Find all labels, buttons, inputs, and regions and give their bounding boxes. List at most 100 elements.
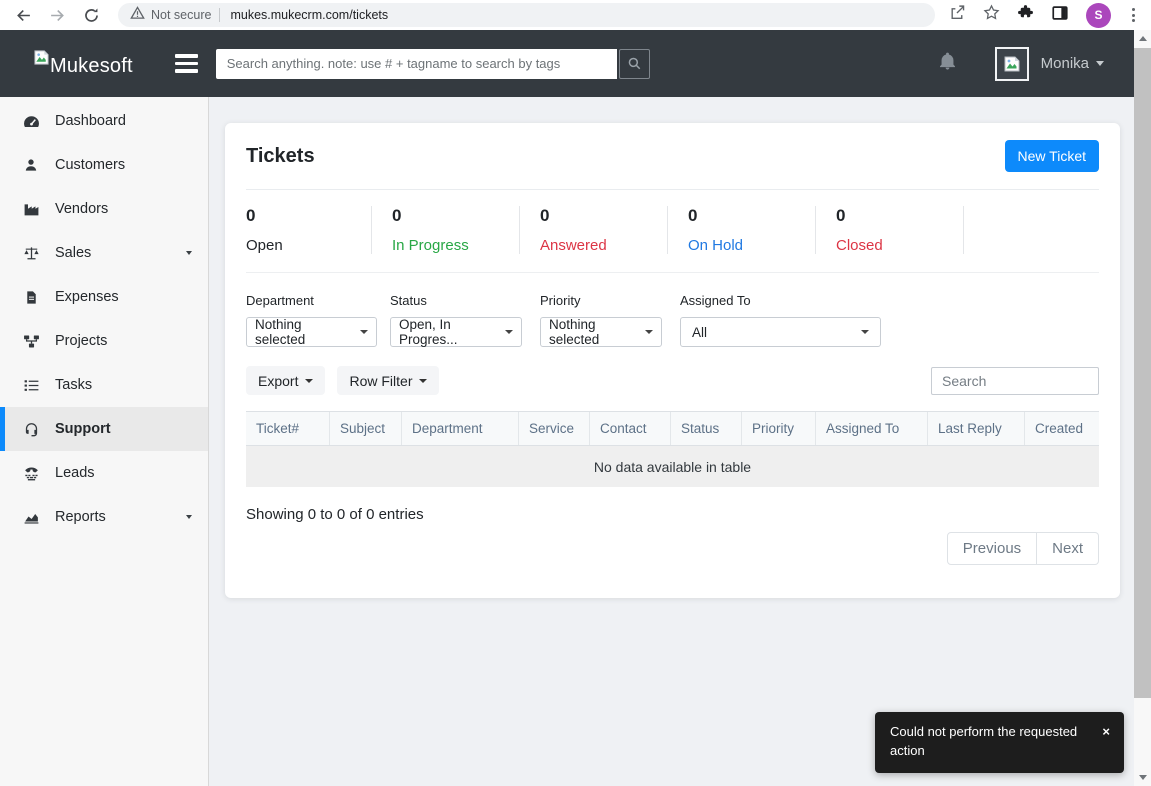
select-value: Nothing selected xyxy=(255,317,306,347)
scroll-down-icon[interactable] xyxy=(1134,769,1151,786)
stat-value: 0 xyxy=(688,206,698,225)
menu-kebab-icon[interactable] xyxy=(1128,8,1139,22)
next-page-button[interactable]: Next xyxy=(1037,532,1099,565)
sidebar-item-label: Projects xyxy=(55,333,108,349)
sidebar-item-sales[interactable]: Sales xyxy=(0,231,208,275)
stat-label: Answered xyxy=(540,237,607,254)
page-title: Tickets xyxy=(246,144,315,167)
column-header[interactable]: Service xyxy=(519,412,590,445)
sidebar-item-label: Reports xyxy=(55,509,106,525)
bell-icon[interactable] xyxy=(938,52,957,76)
forward-icon[interactable] xyxy=(44,2,70,28)
close-icon[interactable]: × xyxy=(1102,723,1110,761)
sidebar-item-label: Support xyxy=(55,421,111,437)
scroll-up-icon[interactable] xyxy=(1134,30,1151,47)
search-icon[interactable] xyxy=(618,48,650,79)
broken-image-icon xyxy=(33,49,50,71)
sidebar-item-label: Vendors xyxy=(55,201,109,217)
caret-down-icon xyxy=(505,330,513,334)
sidebar-item-expenses[interactable]: Expenses xyxy=(0,275,208,319)
avatar-broken-image-icon xyxy=(1004,56,1020,71)
ticket-stats: 0 Open 0 In Progress 0 Answered 0 On Hol… xyxy=(246,190,1099,273)
export-button[interactable]: Export xyxy=(246,366,326,395)
column-header[interactable]: Priority xyxy=(742,412,816,445)
global-search xyxy=(215,48,650,79)
filter-department: Department Nothing selected xyxy=(246,293,377,347)
share-icon[interactable] xyxy=(949,4,966,26)
stat-label: On Hold xyxy=(688,237,744,254)
sidebar-item-vendors[interactable]: Vendors xyxy=(0,187,208,231)
toast-message: Could not perform the requested action xyxy=(890,724,1078,758)
chevron-down-icon xyxy=(186,515,192,519)
projects-icon xyxy=(21,333,41,350)
browser-profile-avatar[interactable]: S xyxy=(1086,2,1111,28)
row-filter-label: Row Filter xyxy=(349,372,413,389)
row-filter-button[interactable]: Row Filter xyxy=(337,366,440,395)
extensions-icon[interactable] xyxy=(1017,4,1034,26)
leads-icon xyxy=(21,465,41,482)
new-ticket-button[interactable]: New Ticket xyxy=(1004,140,1099,172)
sidebar-item-support[interactable]: Support xyxy=(0,407,208,451)
caret-down-icon xyxy=(360,330,368,334)
column-header[interactable]: Created xyxy=(1025,412,1099,445)
status-select[interactable]: Open, In Progres... xyxy=(390,317,522,347)
sidebar-item-customers[interactable]: Customers xyxy=(0,143,208,187)
column-header[interactable]: Status xyxy=(671,412,742,445)
tickets-card: Tickets New Ticket 0 Open 0 In Progress … xyxy=(225,123,1120,598)
user-avatar[interactable] xyxy=(994,46,1029,81)
column-header[interactable]: Contact xyxy=(590,412,671,445)
caret-down-icon xyxy=(305,378,314,383)
back-icon[interactable] xyxy=(10,2,36,28)
stat-value: 0 xyxy=(836,206,846,225)
brand-logo[interactable]: Mukesoft xyxy=(33,49,133,78)
scrollbar-thumb[interactable] xyxy=(1134,48,1151,698)
column-header[interactable]: Last Reply xyxy=(928,412,1025,445)
global-search-input[interactable] xyxy=(215,48,617,79)
tasks-icon xyxy=(21,377,41,394)
sidebar-item-projects[interactable]: Projects xyxy=(0,319,208,363)
select-value: Nothing selected xyxy=(549,317,600,347)
page-scrollbar[interactable] xyxy=(1134,30,1151,786)
filter-label: Department xyxy=(246,293,314,308)
address-bar[interactable]: Not secure mukes.mukecrm.com/tickets xyxy=(118,3,935,27)
sidebar-item-reports[interactable]: Reports xyxy=(0,495,208,539)
assigned-to-select[interactable]: All xyxy=(680,317,881,347)
security-label[interactable]: Not secure xyxy=(151,8,211,22)
user-menu[interactable]: Monika xyxy=(1041,55,1089,72)
sidebar-item-leads[interactable]: Leads xyxy=(0,451,208,495)
main-content: Tickets New Ticket 0 Open 0 In Progress … xyxy=(209,97,1134,786)
stat-value: 0 xyxy=(392,206,402,225)
stat-label: Closed xyxy=(836,237,883,254)
vendors-icon xyxy=(21,201,41,218)
column-header[interactable]: Subject xyxy=(330,412,402,445)
table-empty-message: No data available in table xyxy=(246,446,1099,487)
column-header[interactable]: Assigned To xyxy=(816,412,928,445)
caret-down-icon xyxy=(645,330,653,334)
expenses-icon xyxy=(21,290,41,305)
priority-select[interactable]: Nothing selected xyxy=(540,317,662,347)
table-search-input[interactable] xyxy=(931,366,1099,395)
entries-summary: Showing 0 to 0 of 0 entries xyxy=(246,506,424,523)
star-icon[interactable] xyxy=(983,4,1000,26)
reload-icon[interactable] xyxy=(78,2,104,28)
hamburger-icon[interactable] xyxy=(174,54,198,73)
stat-label: Open xyxy=(246,237,283,254)
tickets-table: Ticket# Subject Department Service Conta… xyxy=(246,411,1099,487)
previous-page-button[interactable]: Previous xyxy=(946,532,1038,565)
sidebar-item-dashboard[interactable]: Dashboard xyxy=(0,99,208,143)
column-header[interactable]: Department xyxy=(402,412,519,445)
side-panel-icon[interactable] xyxy=(1051,4,1069,27)
url-text[interactable]: mukes.mukecrm.com/tickets xyxy=(230,8,388,22)
body-row: Dashboard Customers Vendors Sales Expens… xyxy=(0,97,1134,786)
column-header[interactable]: Ticket# xyxy=(246,412,330,445)
filter-status: Status Open, In Progres... xyxy=(390,293,522,347)
caret-down-icon xyxy=(419,378,428,383)
department-select[interactable]: Nothing selected xyxy=(246,317,377,347)
stat-label: In Progress xyxy=(392,237,469,254)
warning-icon xyxy=(130,5,145,25)
sidebar-item-tasks[interactable]: Tasks xyxy=(0,363,208,407)
stat-in-progress: 0 In Progress xyxy=(372,206,520,254)
divider xyxy=(219,8,221,22)
caret-down-icon xyxy=(861,330,869,334)
select-value: All xyxy=(692,324,708,340)
